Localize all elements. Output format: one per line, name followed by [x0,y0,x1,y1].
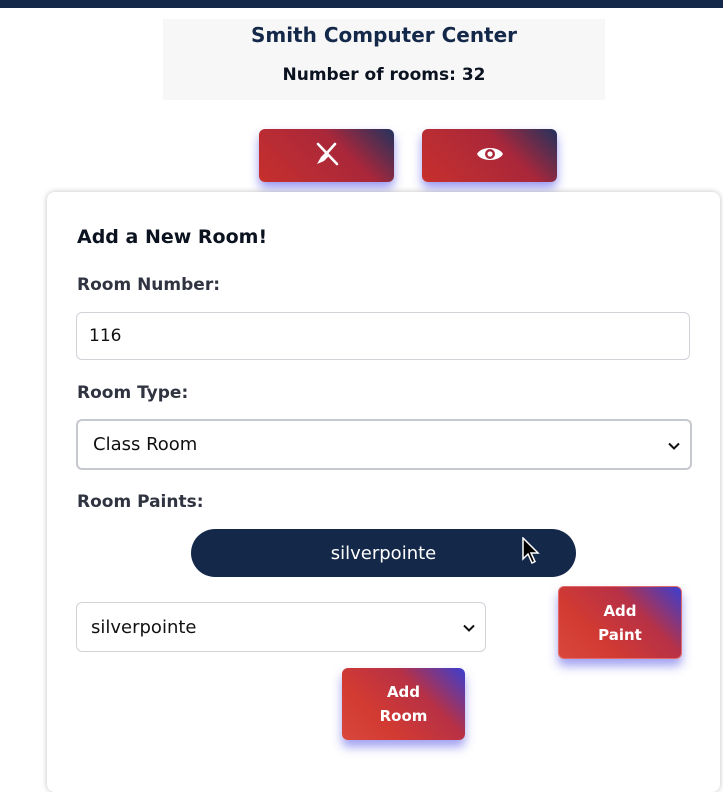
add-room-card: Add a New Room! Room Number: 116 Room Ty… [47,192,720,792]
chevron-down-icon [668,434,680,455]
room-number-input[interactable]: 116 [76,312,690,360]
paint-select[interactable]: silverpointe [76,602,486,652]
paint-select-value: silverpointe [91,616,197,638]
add-paint-label: Add Paint [598,601,642,644]
mouse-cursor-icon [522,536,540,569]
center-header: Smith Computer Center Number of rooms: 3… [163,19,605,100]
chevron-down-icon [463,617,475,638]
add-room-label: Add Room [379,683,428,725]
room-number-value: 116 [89,326,122,346]
form-title: Add a New Room! [77,226,268,248]
room-paints-label: Room Paints: [77,492,204,512]
view-button[interactable] [422,129,557,182]
clean-button[interactable] [259,129,394,182]
eye-icon [476,144,504,168]
paint-chip-label: silverpointe [330,542,437,564]
top-bar [0,0,723,8]
broom-slash-icon [313,140,341,172]
add-paint-button[interactable]: Add Paint [558,586,682,659]
paint-chip[interactable]: silverpointe [191,529,576,577]
room-number-label: Room Number: [77,275,221,295]
rooms-count: Number of rooms: 32 [282,65,486,85]
room-type-label: Room Type: [77,383,189,403]
add-room-button[interactable]: Add Room [342,668,465,740]
room-type-selected: Class Room [93,434,198,455]
room-type-select[interactable]: Class Room [76,419,692,470]
center-name: Smith Computer Center [250,23,518,47]
